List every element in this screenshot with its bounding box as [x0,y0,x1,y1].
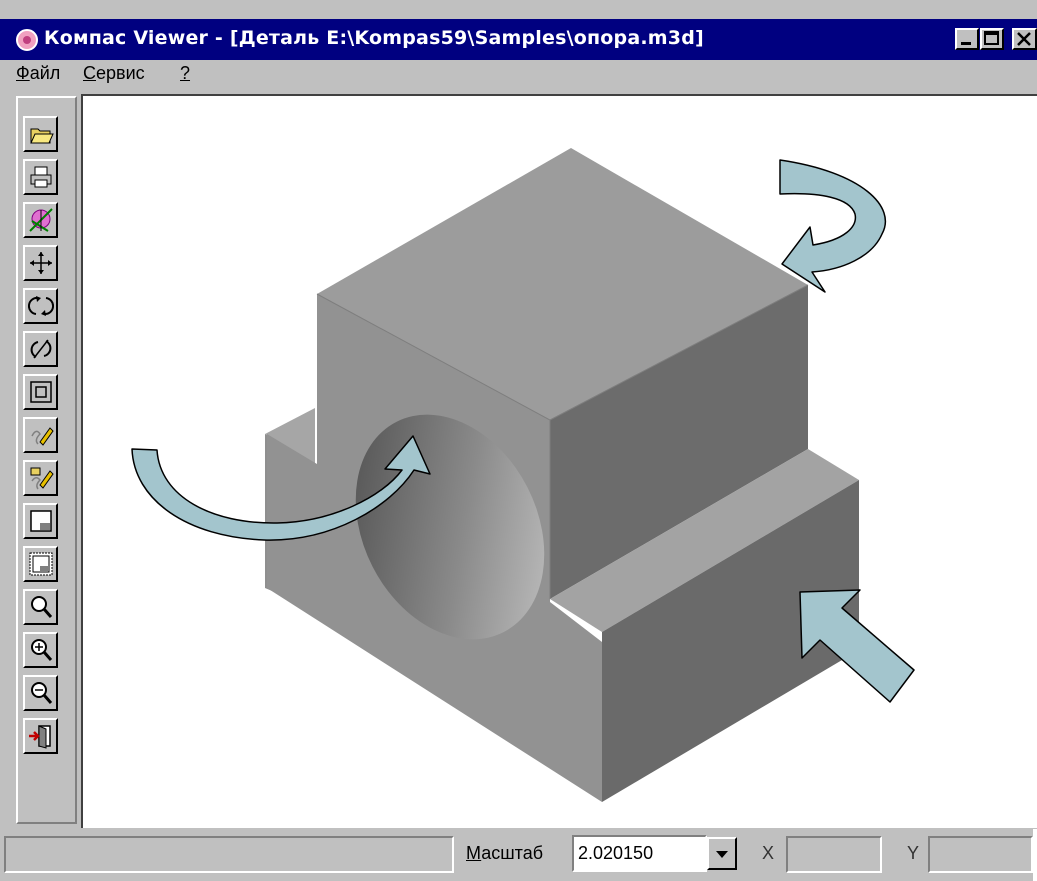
scale-label: Масштаб [466,843,544,863]
zoom-in-button[interactable] [23,632,58,668]
status-bar-edge [1033,829,1037,881]
model-canvas[interactable] [83,96,1037,830]
exit-icon [28,725,51,749]
model-viewport[interactable] [81,94,1037,828]
pan-button[interactable] [23,245,58,281]
frame-window-icon [29,552,52,576]
menu-file[interactable]: Файл [16,63,60,84]
status-message-panel [4,836,454,873]
print-button[interactable] [23,159,58,195]
status-bar: Масштаб 2.020150 X Y [0,829,1037,881]
rotate-axis-icon [30,339,51,359]
close-icon [1017,32,1031,46]
pan-icon [29,252,52,274]
title-bar[interactable]: Компас Viewer - [Деталь E:\Kompas59\Samp… [0,19,1037,60]
window-title: Компас Viewer - [Деталь E:\Kompas59\Samp… [44,27,704,49]
view-orientation-button[interactable] [23,202,58,238]
maximize-button[interactable] [980,28,1004,50]
maximize-icon [984,31,999,45]
rotate-arrow-top [779,159,887,293]
y-coordinate-field [928,836,1033,873]
frame-window-button[interactable] [23,546,58,582]
x-coordinate-field [786,836,882,873]
menu-bar: Файл Сервис ? [0,60,1037,90]
menu-help[interactable]: ? [180,63,190,84]
app-icon [16,29,38,51]
fit-window-button[interactable] [23,374,58,410]
window-icon [29,510,52,532]
scale-input[interactable]: 2.020150 [572,835,707,872]
edit-button[interactable] [23,417,58,453]
edit-properties-icon [30,467,54,490]
open-icon [29,128,54,144]
edit-properties-button[interactable] [23,460,58,496]
zoom-in-icon [30,639,52,661]
zoom-out-icon [30,682,52,704]
menu-service[interactable]: Сервис [83,63,145,84]
rotate-axis-button[interactable] [23,331,58,367]
minimize-button[interactable] [955,28,979,50]
scale-dropdown-button[interactable] [707,837,737,870]
zoom-icon [30,596,52,618]
edit-icon [30,427,54,446]
open-button[interactable] [23,116,58,152]
rotate-icon [27,296,54,316]
zoom-out-button[interactable] [23,675,58,711]
zoom-button[interactable] [23,589,58,625]
exit-button[interactable] [23,718,58,754]
print-icon [30,166,51,188]
window-button[interactable] [23,503,58,539]
fit-window-icon [29,381,52,403]
rotate-button[interactable] [23,288,58,324]
vertical-toolbar [16,96,77,824]
close-button[interactable] [1012,28,1037,50]
x-label: X [762,843,775,863]
y-label: Y [907,843,920,863]
view-orientation-icon [28,208,53,232]
chevron-down-icon [716,850,728,858]
minimize-icon [961,42,971,45]
